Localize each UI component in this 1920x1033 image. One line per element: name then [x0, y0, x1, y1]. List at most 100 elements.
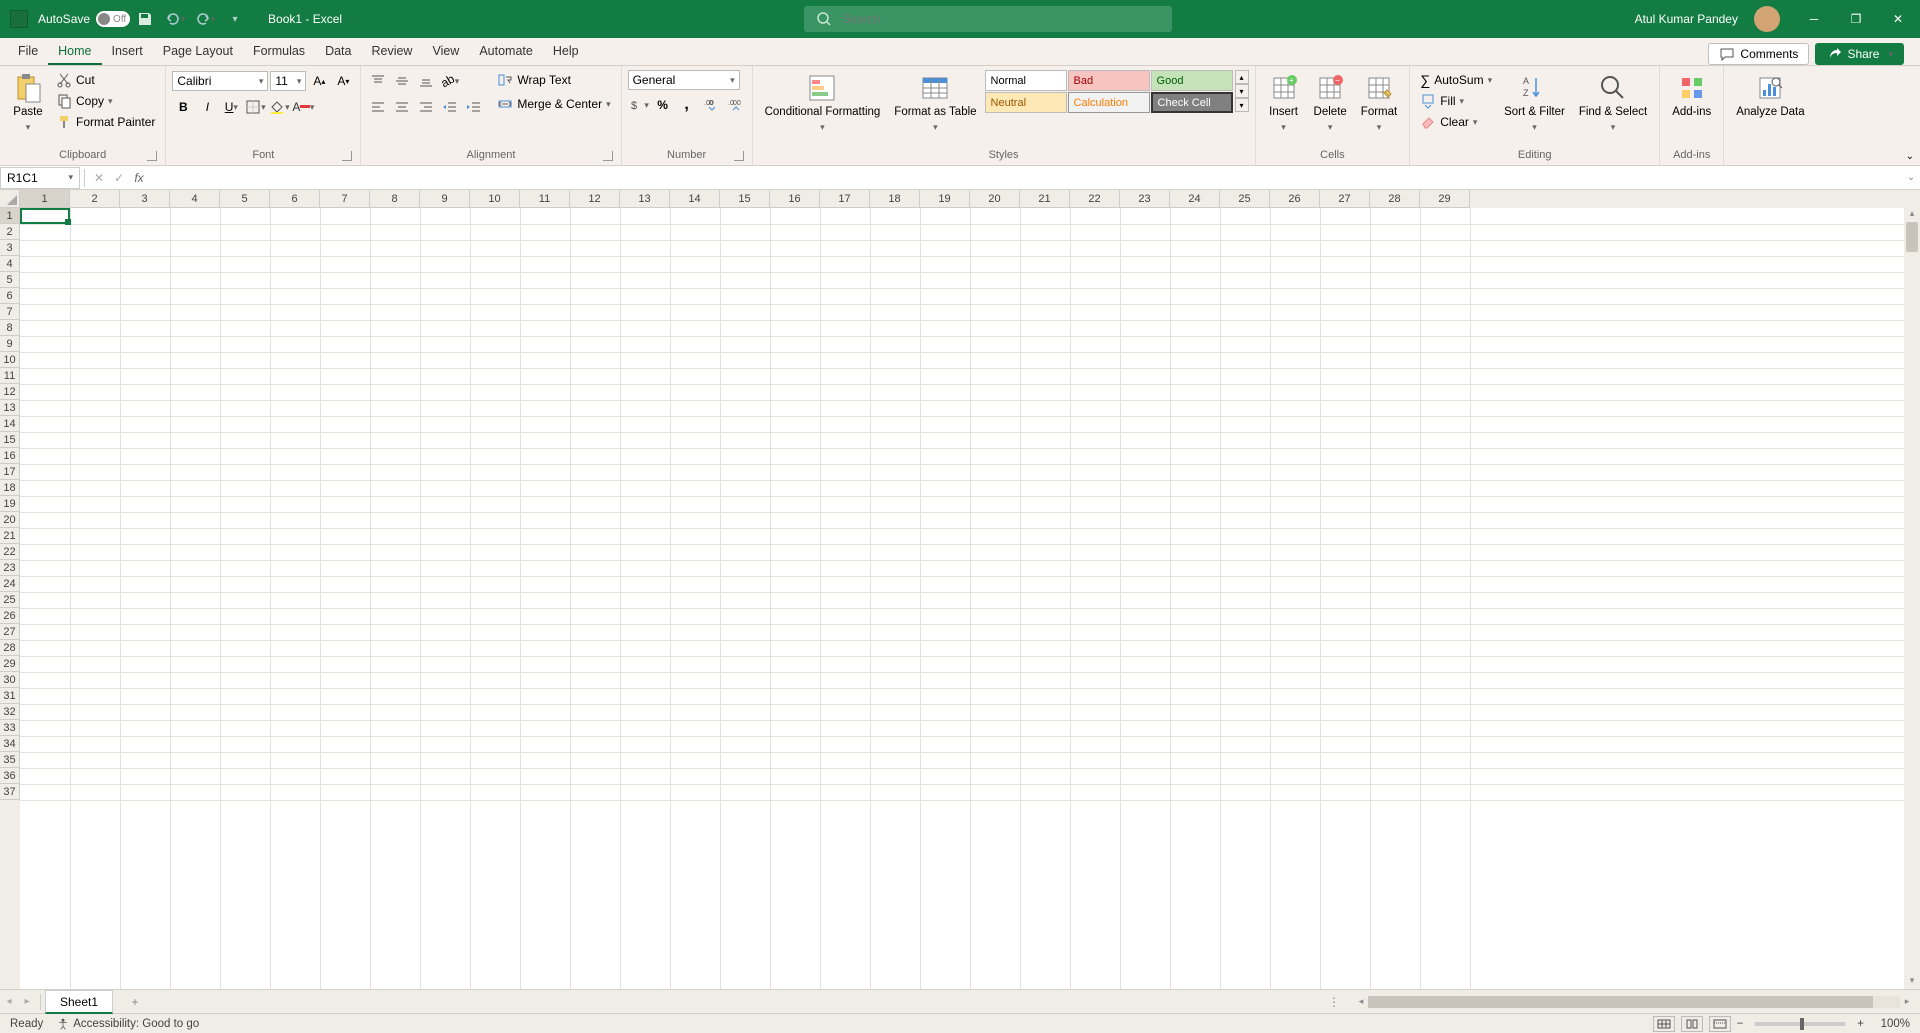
column-header[interactable]: 2 — [70, 190, 120, 208]
row-header[interactable]: 5 — [0, 272, 20, 288]
increase-font-button[interactable]: A▴ — [308, 70, 330, 92]
styles-scroll-down[interactable]: ▾ — [1235, 84, 1249, 98]
tab-home[interactable]: Home — [48, 37, 101, 65]
tab-insert[interactable]: Insert — [102, 37, 153, 65]
comma-button[interactable]: , — [676, 94, 698, 116]
page-break-view-button[interactable] — [1709, 1016, 1731, 1032]
cut-button[interactable]: Cut — [52, 70, 159, 90]
font-size-combo[interactable]: 11▾ — [270, 71, 306, 91]
number-format-combo[interactable]: General▾ — [628, 70, 740, 90]
row-header[interactable]: 9 — [0, 336, 20, 352]
style-good[interactable]: Good — [1151, 70, 1233, 91]
conditional-formatting-button[interactable]: Conditional Formatting▾ — [759, 70, 887, 135]
row-header[interactable]: 7 — [0, 304, 20, 320]
column-header[interactable]: 14 — [670, 190, 720, 208]
cell-grid[interactable] — [20, 208, 1904, 989]
column-header[interactable]: 24 — [1170, 190, 1220, 208]
normal-view-button[interactable] — [1653, 1016, 1675, 1032]
autosum-button[interactable]: ∑AutoSum▾ — [1416, 70, 1496, 90]
row-header[interactable]: 24 — [0, 576, 20, 592]
tab-view[interactable]: View — [422, 37, 469, 65]
row-header[interactable]: 22 — [0, 544, 20, 560]
font-color-button[interactable]: A▾ — [292, 96, 314, 118]
hscroll-left[interactable]: ◂ — [1354, 996, 1368, 1007]
increase-indent-button[interactable] — [463, 96, 485, 118]
row-header[interactable]: 20 — [0, 512, 20, 528]
column-header[interactable]: 3 — [120, 190, 170, 208]
copy-button[interactable]: Copy▾ — [52, 91, 159, 111]
comments-button[interactable]: Comments — [1708, 43, 1809, 65]
undo-button[interactable]: ▾ — [163, 7, 187, 31]
column-header[interactable]: 26 — [1270, 190, 1320, 208]
increase-decimal-button[interactable]: .00.0 — [700, 94, 722, 116]
row-header[interactable]: 18 — [0, 480, 20, 496]
row-header[interactable]: 10 — [0, 352, 20, 368]
qat-customize[interactable]: ▾ — [223, 7, 247, 31]
alignment-launcher[interactable] — [603, 151, 613, 161]
scroll-down-button[interactable]: ▾ — [1904, 975, 1920, 989]
column-header[interactable]: 25 — [1220, 190, 1270, 208]
decrease-indent-button[interactable] — [439, 96, 461, 118]
row-header[interactable]: 4 — [0, 256, 20, 272]
column-header[interactable]: 10 — [470, 190, 520, 208]
row-header[interactable]: 21 — [0, 528, 20, 544]
row-header[interactable]: 30 — [0, 672, 20, 688]
align-bottom-button[interactable] — [415, 70, 437, 92]
fill-button[interactable]: Fill▾ — [1416, 91, 1496, 111]
style-check-cell[interactable]: Check Cell — [1151, 92, 1233, 113]
format-painter-button[interactable]: Format Painter — [52, 112, 159, 132]
sort-filter-button[interactable]: AZSort & Filter▾ — [1498, 70, 1571, 135]
delete-cells-button[interactable]: −Delete▾ — [1308, 70, 1353, 135]
column-header[interactable]: 13 — [620, 190, 670, 208]
style-normal[interactable]: Normal — [985, 70, 1067, 91]
row-header[interactable]: 35 — [0, 752, 20, 768]
fill-handle[interactable] — [65, 219, 71, 225]
style-calculation[interactable]: Calculation — [1068, 92, 1150, 113]
underline-button[interactable]: U▾ — [220, 96, 242, 118]
row-header[interactable]: 12 — [0, 384, 20, 400]
paste-button[interactable]: Paste▾ — [6, 70, 50, 135]
insert-cells-button[interactable]: +Insert▾ — [1262, 70, 1306, 135]
find-select-button[interactable]: Find & Select▾ — [1573, 70, 1653, 135]
column-header[interactable]: 27 — [1320, 190, 1370, 208]
row-header[interactable]: 1 — [0, 208, 20, 224]
enter-formula-button[interactable]: ✓ — [109, 168, 129, 188]
zoom-out-button[interactable]: − — [1737, 1018, 1744, 1030]
column-header[interactable]: 11 — [520, 190, 570, 208]
tab-review[interactable]: Review — [361, 37, 422, 65]
column-header[interactable]: 1 — [20, 190, 70, 208]
orientation-button[interactable]: ab▾ — [439, 70, 461, 92]
zoom-in-button[interactable]: + — [1857, 1018, 1864, 1030]
decrease-font-button[interactable]: A▾ — [332, 70, 354, 92]
selected-cell[interactable] — [20, 208, 70, 224]
expand-formula-bar[interactable]: ⌄ — [1902, 172, 1920, 183]
row-header[interactable]: 8 — [0, 320, 20, 336]
tab-data[interactable]: Data — [315, 37, 361, 65]
wrap-text-button[interactable]: Wrap Text — [493, 70, 614, 90]
cancel-formula-button[interactable]: ✕ — [89, 168, 109, 188]
row-header[interactable]: 2 — [0, 224, 20, 240]
font-name-combo[interactable]: Calibri▾ — [172, 71, 268, 91]
column-header[interactable]: 28 — [1370, 190, 1420, 208]
column-header[interactable]: 23 — [1120, 190, 1170, 208]
align-left-button[interactable] — [367, 96, 389, 118]
column-header[interactable]: 5 — [220, 190, 270, 208]
styles-scroll-up[interactable]: ▴ — [1235, 70, 1249, 84]
row-header[interactable]: 32 — [0, 704, 20, 720]
add-sheet-button[interactable]: + — [123, 995, 147, 1009]
format-cells-button[interactable]: Format▾ — [1355, 70, 1403, 135]
bold-button[interactable]: B — [172, 96, 194, 118]
row-header[interactable]: 3 — [0, 240, 20, 256]
row-header[interactable]: 17 — [0, 464, 20, 480]
minimize-button[interactable]: ─ — [1796, 0, 1832, 38]
analyze-data-button[interactable]: Analyze Data — [1730, 70, 1810, 122]
column-header[interactable]: 15 — [720, 190, 770, 208]
save-button[interactable] — [133, 7, 157, 31]
style-bad[interactable]: Bad — [1068, 70, 1150, 91]
row-header[interactable]: 33 — [0, 720, 20, 736]
column-header[interactable]: 6 — [270, 190, 320, 208]
hscroll-thumb[interactable] — [1368, 996, 1873, 1008]
column-header[interactable]: 20 — [970, 190, 1020, 208]
sheet-nav-prev[interactable]: ◂ — [0, 996, 18, 1007]
row-header[interactable]: 25 — [0, 592, 20, 608]
